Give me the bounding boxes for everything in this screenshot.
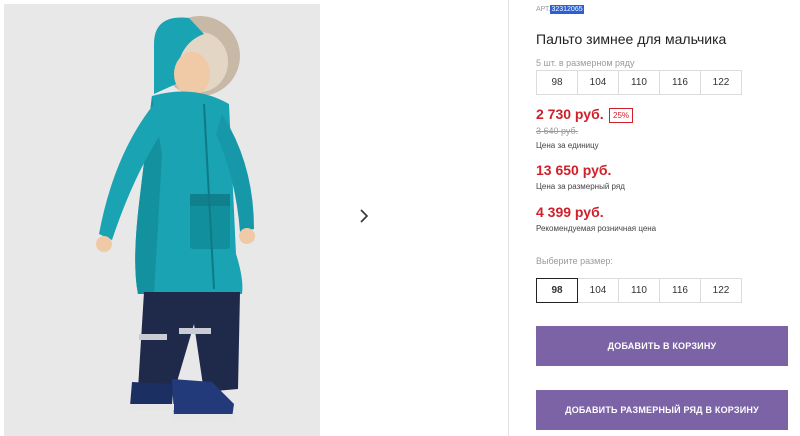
size-row-item: 98 bbox=[536, 70, 578, 95]
add-to-cart-button[interactable]: ДОБАВИТЬ В КОРЗИНУ bbox=[536, 326, 788, 366]
size-row-item: 116 bbox=[659, 70, 701, 95]
sku: АРТ.32312065 bbox=[536, 5, 584, 14]
size-option-116[interactable]: 116 bbox=[659, 278, 701, 303]
retail-price: 4 399 руб. bbox=[536, 204, 604, 220]
size-row-item: 110 bbox=[618, 70, 660, 95]
size-option-122[interactable]: 122 bbox=[700, 278, 742, 303]
panel-divider bbox=[508, 0, 509, 436]
unit-price-caption: Цена за единицу bbox=[536, 141, 599, 150]
size-row-note: 5 шт. в размерном ряду bbox=[536, 58, 635, 68]
product-title: Пальто зимнее для мальчика bbox=[536, 31, 727, 47]
size-option-98[interactable]: 98 bbox=[536, 278, 578, 303]
size-row-list: 98 104 110 116 122 bbox=[536, 70, 742, 95]
size-option-104[interactable]: 104 bbox=[577, 278, 619, 303]
unit-price: 2 730 руб. bbox=[536, 106, 604, 122]
size-selector: 98 104 110 116 122 bbox=[536, 278, 742, 303]
size-row-item: 104 bbox=[577, 70, 619, 95]
chevron-right-icon bbox=[360, 209, 369, 223]
size-row-item: 122 bbox=[700, 70, 742, 95]
size-option-110[interactable]: 110 bbox=[618, 278, 660, 303]
product-photo bbox=[96, 16, 255, 420]
retail-price-caption: Рекомендуемая розничная цена bbox=[536, 224, 657, 233]
choose-size-label: Выберите размер: bbox=[536, 256, 613, 266]
add-size-row-to-cart-button[interactable]: ДОБАВИТЬ РАЗМЕРНЫЙ РЯД В КОРЗИНУ bbox=[536, 390, 788, 430]
row-price: 13 650 руб. bbox=[536, 162, 612, 178]
sku-label: АРТ. bbox=[536, 6, 551, 13]
sku-value[interactable]: 32312065 bbox=[550, 5, 584, 14]
next-image-button[interactable] bbox=[344, 196, 384, 236]
discount-badge: 25% bbox=[609, 108, 634, 123]
row-price-caption: Цена за размерный ряд bbox=[536, 182, 625, 191]
old-price: 3 640 руб. bbox=[536, 126, 579, 136]
product-gallery bbox=[4, 4, 508, 436]
